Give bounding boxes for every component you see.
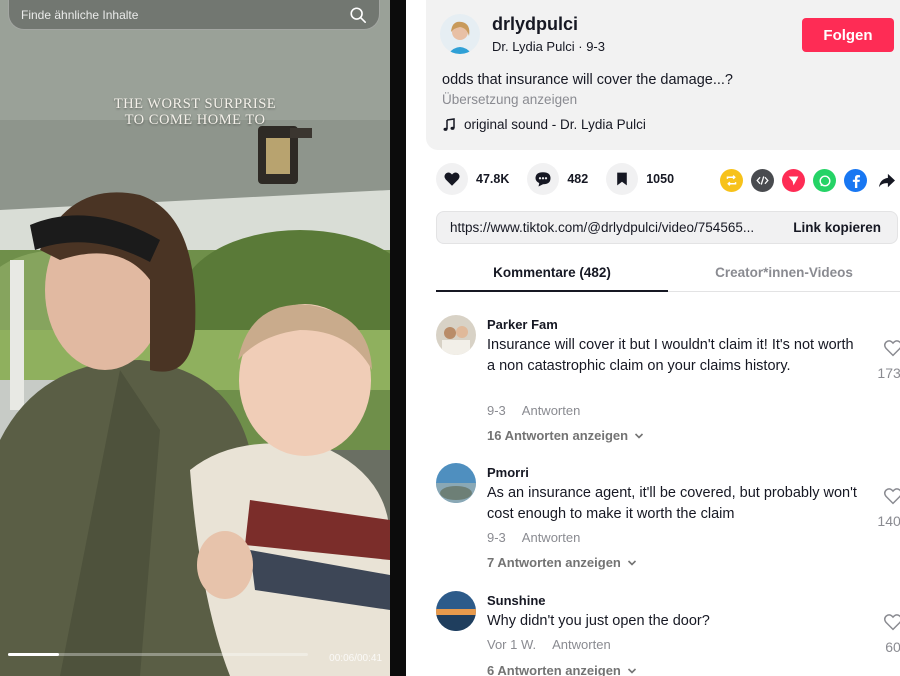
action-bar: 47.8K 482 1050 bbox=[436, 163, 692, 195]
chevron-down-icon bbox=[627, 559, 636, 566]
facebook-icon[interactable] bbox=[844, 169, 867, 192]
comment-action[interactable]: 482 bbox=[527, 163, 588, 195]
video-caption: THE WORST SURPRISE TO COME HOME TO bbox=[0, 96, 390, 128]
save-action[interactable]: 1050 bbox=[606, 163, 674, 195]
comment-date: 9-3 bbox=[487, 403, 506, 418]
comment-button[interactable] bbox=[527, 163, 560, 195]
comment-item: Sunshine Why didn't you just open the do… bbox=[436, 591, 900, 676]
search-bar[interactable] bbox=[8, 0, 380, 30]
comment-date: Vor 1 W. bbox=[487, 637, 537, 652]
tiktok-video-page: THE WORST SURPRISE TO COME HOME TO 00:06… bbox=[0, 0, 900, 676]
details-panel: drlydpulci Dr. Lydia Pulci · 9-3 Folgen … bbox=[406, 0, 900, 676]
comment-meta: 9-3 Antworten bbox=[487, 530, 580, 545]
commenter-avatar[interactable] bbox=[436, 463, 476, 503]
comment-like-count: 1409 bbox=[877, 513, 900, 529]
bookmark-icon bbox=[617, 172, 628, 186]
video-link-url[interactable]: https://www.tiktok.com/@drlydpulci/video… bbox=[437, 220, 781, 235]
like-action[interactable]: 47.8K bbox=[436, 163, 509, 195]
comment-like-count: 1732 bbox=[877, 365, 900, 381]
commenter-name[interactable]: Parker Fam bbox=[487, 317, 558, 332]
comment-meta: 9-3 Antworten bbox=[487, 403, 580, 418]
view-replies-button[interactable]: 6 Antworten anzeigen bbox=[487, 663, 637, 676]
caption-line: THE WORST SURPRISE bbox=[113, 96, 277, 112]
video-progress-bar[interactable] bbox=[8, 653, 308, 656]
video-link-box: https://www.tiktok.com/@drlydpulci/video… bbox=[436, 211, 898, 244]
view-replies-label: 16 Antworten anzeigen bbox=[487, 428, 629, 443]
video-progress-fill bbox=[8, 653, 59, 656]
heart-outline-icon[interactable] bbox=[883, 339, 900, 357]
comment-meta: Vor 1 W. Antworten bbox=[487, 637, 611, 652]
save-button[interactable] bbox=[606, 163, 639, 195]
search-icon[interactable] bbox=[349, 6, 367, 24]
commenter-avatar[interactable] bbox=[436, 315, 476, 355]
tab-comments[interactable]: Kommentare (482) bbox=[436, 265, 668, 280]
like-button[interactable] bbox=[436, 163, 468, 195]
author-subline: Dr. Lydia Pulci · 9-3 bbox=[492, 39, 605, 54]
active-tab-indicator bbox=[436, 290, 668, 292]
save-count: 1050 bbox=[646, 172, 675, 186]
post-description: odds that insurance will cover the damag… bbox=[442, 72, 733, 88]
comment-text: Why didn't you just open the door? bbox=[487, 613, 710, 629]
author-display-name[interactable]: Dr. Lydia Pulci bbox=[492, 39, 575, 54]
post-date: 9-3 bbox=[586, 39, 605, 54]
send-icon[interactable] bbox=[782, 169, 805, 192]
comment-text: As an insurance agent, it'll be covered,… bbox=[487, 485, 857, 522]
view-replies-button[interactable]: 7 Antworten anzeigen bbox=[487, 555, 637, 570]
author-avatar[interactable] bbox=[440, 14, 480, 54]
caption-line: TO COME HOME TO bbox=[124, 112, 266, 128]
video-time: 00:06/00:41 bbox=[329, 653, 382, 664]
chevron-down-icon bbox=[635, 432, 644, 439]
whatsapp-icon[interactable] bbox=[813, 169, 836, 192]
share-arrow-icon[interactable] bbox=[875, 169, 898, 192]
comment-item: Parker Fam Insurance will cover it but I… bbox=[436, 315, 900, 447]
video-player[interactable]: THE WORST SURPRISE TO COME HOME TO 00:06… bbox=[0, 0, 390, 676]
comment-like-count: 60 bbox=[885, 639, 900, 655]
chevron-down-icon bbox=[627, 667, 636, 674]
follow-button[interactable]: Folgen bbox=[802, 18, 894, 52]
like-count: 47.8K bbox=[476, 172, 510, 186]
comment-text: Insurance will cover it but I wouldn't c… bbox=[487, 337, 854, 374]
embed-icon[interactable] bbox=[751, 169, 774, 192]
view-replies-button[interactable]: 16 Antworten anzeigen bbox=[487, 428, 644, 443]
comment-like[interactable]: 60 bbox=[876, 613, 900, 655]
reply-button[interactable]: Antworten bbox=[552, 637, 611, 652]
comment-item: Pmorri As an insurance agent, it'll be c… bbox=[436, 463, 900, 573]
reply-button[interactable]: Antworten bbox=[522, 530, 581, 545]
heart-outline-icon[interactable] bbox=[883, 613, 900, 631]
search-input[interactable] bbox=[21, 7, 349, 22]
heart-icon bbox=[444, 172, 460, 186]
content-tabs: Kommentare (482) Creator*innen-Videos bbox=[436, 256, 900, 292]
separator-dot: · bbox=[578, 39, 587, 54]
heart-outline-icon[interactable] bbox=[883, 487, 900, 505]
commenter-name[interactable]: Sunshine bbox=[487, 593, 546, 608]
comment-bubble-icon bbox=[535, 172, 551, 187]
share-row bbox=[720, 169, 898, 192]
translate-link[interactable]: Übersetzung anzeigen bbox=[442, 92, 577, 107]
view-replies-label: 6 Antworten anzeigen bbox=[487, 663, 621, 676]
reply-button[interactable]: Antworten bbox=[522, 403, 581, 418]
copy-link-button[interactable]: Link kopieren bbox=[781, 220, 897, 235]
sound-link[interactable]: original sound - Dr. Lydia Pulci bbox=[442, 117, 646, 132]
post-info-card: drlydpulci Dr. Lydia Pulci · 9-3 Folgen … bbox=[426, 0, 900, 150]
comment-count: 482 bbox=[567, 172, 589, 186]
commenter-avatar[interactable] bbox=[436, 591, 476, 631]
music-note-icon bbox=[443, 117, 455, 131]
pane-divider bbox=[390, 0, 406, 676]
tab-creator-videos[interactable]: Creator*innen-Videos bbox=[668, 265, 900, 280]
sound-name: original sound - Dr. Lydia Pulci bbox=[464, 117, 646, 132]
commenter-name[interactable]: Pmorri bbox=[487, 465, 529, 480]
comment-like[interactable]: 1409 bbox=[876, 487, 900, 529]
comment-date: 9-3 bbox=[487, 530, 506, 545]
author-username[interactable]: drlydpulci bbox=[492, 14, 578, 35]
comment-like[interactable]: 1732 bbox=[876, 339, 900, 381]
view-replies-label: 7 Antworten anzeigen bbox=[487, 555, 621, 570]
repost-icon[interactable] bbox=[720, 169, 743, 192]
